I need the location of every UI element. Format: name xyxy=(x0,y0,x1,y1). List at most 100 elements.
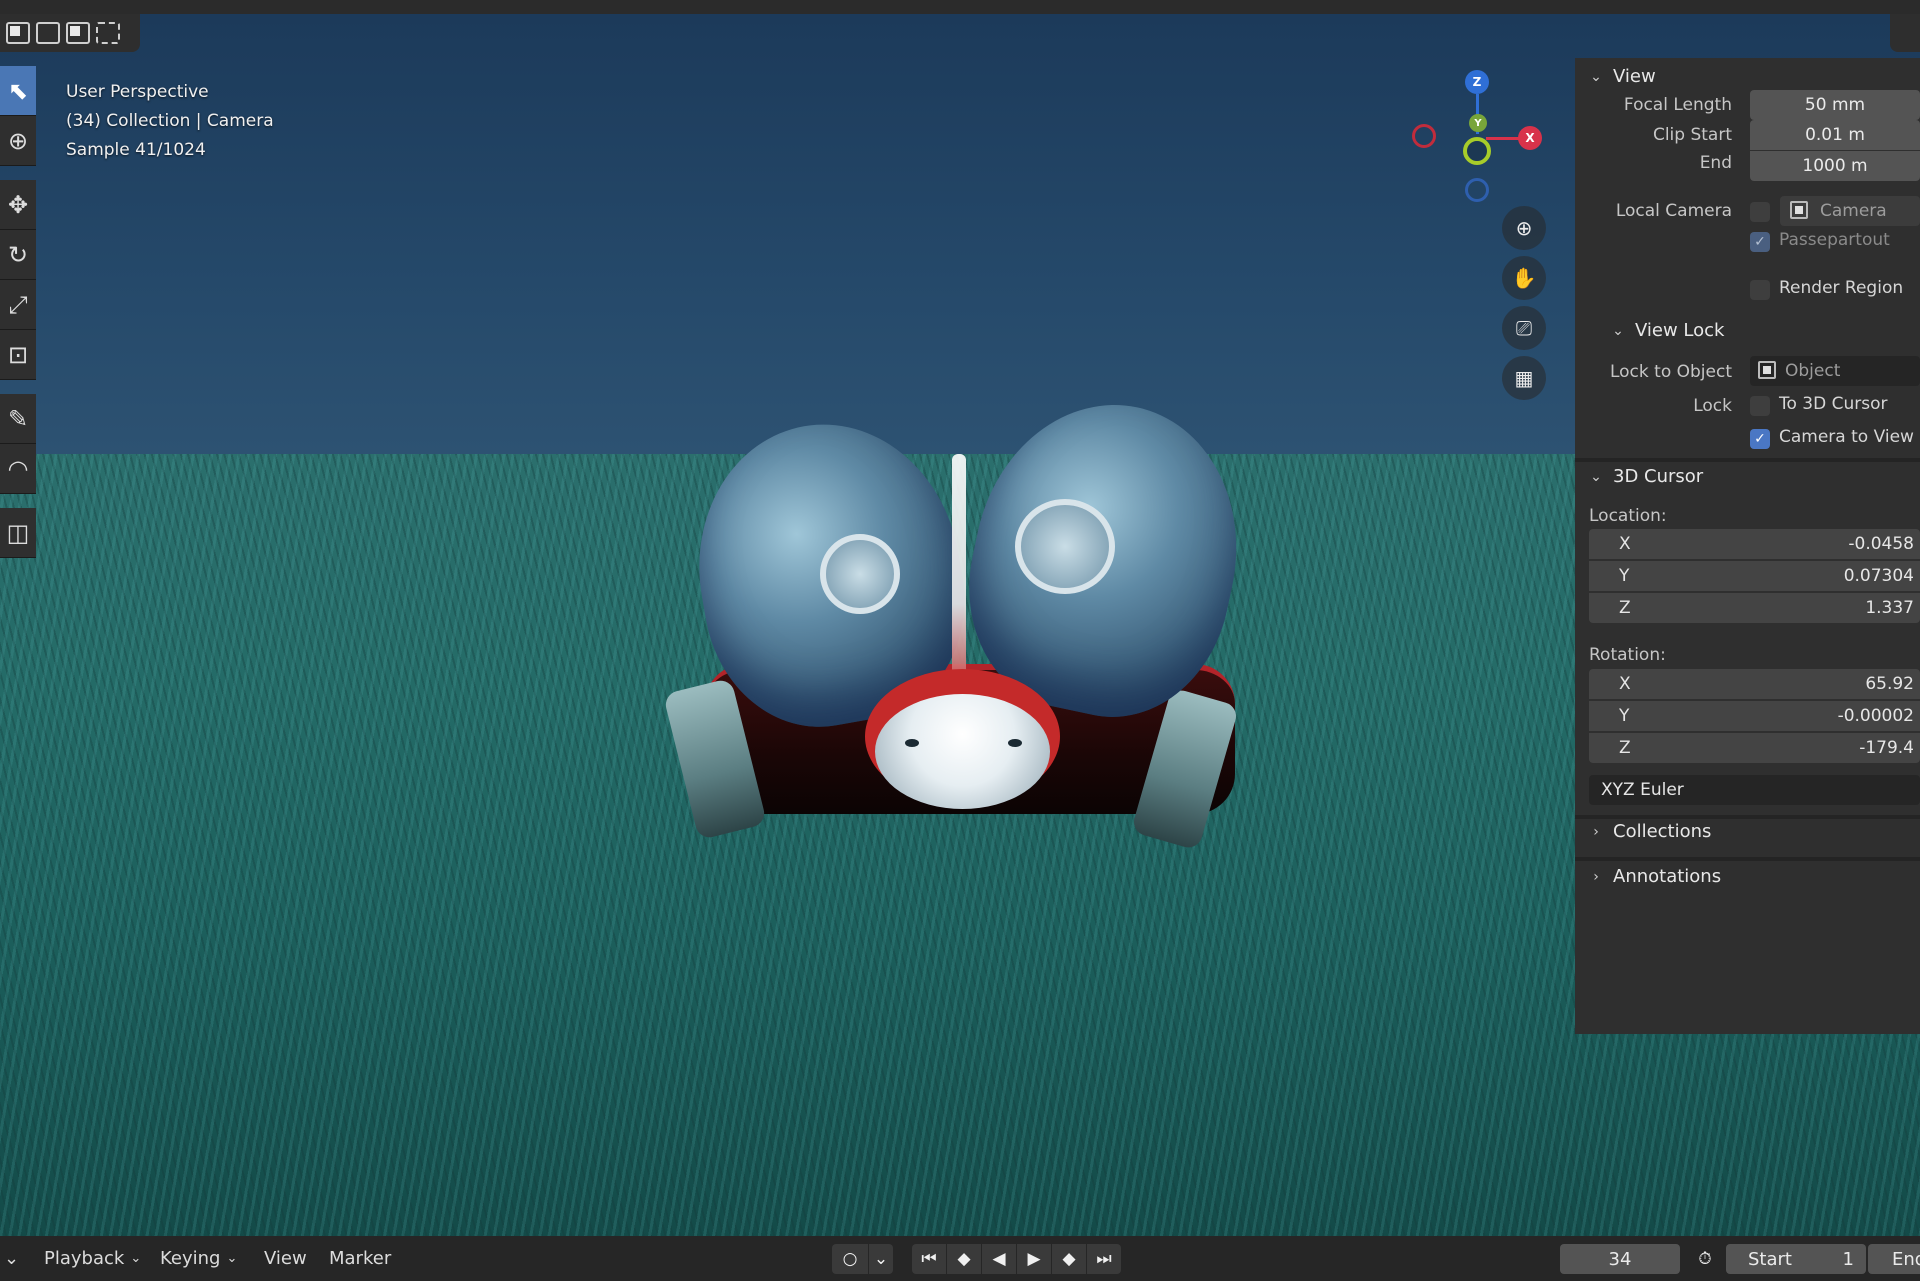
robot-porthole-left xyxy=(820,534,900,614)
cursor-location-y[interactable]: Y 0.07304 xyxy=(1589,561,1920,591)
gizmo-z-icon[interactable]: Z xyxy=(1465,70,1489,94)
select-subtract-icon[interactable] xyxy=(66,22,90,44)
transform-tool-icon[interactable]: ⊡ xyxy=(0,330,36,380)
clip-end-label: End xyxy=(1699,153,1732,173)
cursor-rotation-z[interactable]: Z -179.4 xyxy=(1589,733,1920,763)
annotations-section-header[interactable]: › Annotations xyxy=(1589,866,1721,887)
chevron-down-icon: ⌄ xyxy=(4,1248,20,1269)
editor-type-dropdown[interactable]: ⌄ xyxy=(4,1236,19,1281)
to-3d-cursor-checkbox[interactable] xyxy=(1750,396,1770,416)
auto-keying-icon[interactable]: ○ xyxy=(832,1244,868,1274)
cursor-location-z[interactable]: Z 1.337 xyxy=(1589,593,1920,623)
select-extend-icon[interactable] xyxy=(36,22,60,44)
chevron-down-icon: ⌄ xyxy=(1590,68,1602,85)
object-icon xyxy=(1758,361,1776,379)
viewport-nav-buttons: ⊕ ✋ ⎚ ▦ xyxy=(1502,206,1546,406)
select-new-icon[interactable] xyxy=(6,22,30,44)
robot-porthole-right xyxy=(1015,499,1115,594)
start-frame-field[interactable]: Start 1 xyxy=(1726,1244,1866,1274)
rotate-tool-icon[interactable]: ↻ xyxy=(0,230,36,280)
perspective-grid-icon[interactable]: ▦ xyxy=(1502,356,1546,400)
view-section-header[interactable]: ⌄ View xyxy=(1589,66,1656,87)
current-frame-field[interactable]: 34 xyxy=(1560,1244,1680,1274)
camera-to-view-checkbox[interactable]: ✓ xyxy=(1750,429,1770,449)
gizmo-x-icon[interactable]: X xyxy=(1518,126,1542,150)
play-icon[interactable]: ▶ xyxy=(1017,1244,1051,1274)
cursor-rotation-x[interactable]: X 65.92 xyxy=(1589,669,1920,699)
next-keyframe-icon[interactable]: ◆ xyxy=(1052,1244,1086,1274)
local-camera-checkbox[interactable] xyxy=(1750,202,1770,222)
gizmo-neg-y-icon[interactable] xyxy=(1463,137,1491,165)
chevron-down-icon: ⌄ xyxy=(130,1251,142,1266)
navigation-gizmo[interactable]: Z Y X xyxy=(1400,66,1560,206)
sample-count-text: Sample 41/1024 xyxy=(66,140,206,160)
clip-start-label: Clip Start xyxy=(1652,125,1732,145)
pan-hand-icon[interactable]: ✋ xyxy=(1502,256,1546,300)
zoom-icon[interactable]: ⊕ xyxy=(1502,206,1546,250)
gizmo-y-icon[interactable]: Y xyxy=(1469,114,1487,132)
robot-face xyxy=(875,694,1050,809)
camera-to-view-label: Camera to View xyxy=(1779,427,1914,447)
collection-text: (34) Collection | Camera xyxy=(66,111,274,131)
robot-seam xyxy=(952,454,966,704)
gizmo-neg-z-icon[interactable] xyxy=(1465,178,1489,202)
chevron-down-icon: ⌄ xyxy=(226,1251,238,1266)
render-region-label: Render Region xyxy=(1779,278,1904,298)
lock-label: Lock xyxy=(1693,396,1732,416)
local-camera-label: Local Camera xyxy=(1615,201,1732,221)
playback-menu[interactable]: Playback ⌄ xyxy=(44,1236,141,1281)
top-header-strip xyxy=(0,0,1920,14)
sidebar-view-panel: ⌄ View Focal Length 50 mm Clip Start 0.0… xyxy=(1575,58,1920,1034)
play-reverse-icon[interactable]: ◀ xyxy=(982,1244,1016,1274)
jump-start-icon[interactable]: ⏮ xyxy=(912,1244,946,1274)
cursor-rotation-y[interactable]: Y -0.00002 xyxy=(1589,701,1920,731)
add-cube-tool-icon[interactable]: ◫ xyxy=(0,508,36,558)
camera-object-icon xyxy=(1790,201,1808,219)
move-tool-icon[interactable]: ✥ xyxy=(0,180,36,230)
stopwatch-icon[interactable]: ⏱ xyxy=(1690,1244,1720,1274)
annotate-tool-icon[interactable]: ✎ xyxy=(0,394,36,444)
robot-model[interactable] xyxy=(662,380,1265,894)
blender-window: User Perspective (34) Collection | Camer… xyxy=(0,0,1920,1281)
collections-section-header[interactable]: › Collections xyxy=(1589,821,1711,842)
viewport-info: User Perspective (34) Collection | Camer… xyxy=(66,78,274,165)
local-camera-field[interactable]: Camera xyxy=(1780,196,1920,226)
clip-end-field[interactable]: 1000 m xyxy=(1750,151,1920,181)
marker-menu[interactable]: Marker xyxy=(329,1236,391,1281)
chevron-right-icon: › xyxy=(1593,868,1599,885)
focal-length-label: Focal Length xyxy=(1623,95,1732,115)
measure-tool-icon[interactable]: ◠ xyxy=(0,444,36,494)
keying-options-chevron-icon[interactable]: ⌄ xyxy=(869,1244,893,1274)
lock-to-object-label: Lock to Object xyxy=(1609,362,1732,382)
select-intersect-icon[interactable] xyxy=(96,22,120,44)
rotation-mode-select[interactable]: XYZ Euler xyxy=(1589,775,1920,805)
jump-end-icon[interactable]: ⏭ xyxy=(1087,1244,1121,1274)
select-box-tool-icon[interactable]: ⬉ xyxy=(0,66,36,116)
timeline-header: ⌄ Playback ⌄ Keying ⌄ View Marker ○ ⌄ ⏮ … xyxy=(0,1236,1920,1281)
view-menu[interactable]: View xyxy=(264,1236,307,1281)
keying-menu[interactable]: Keying ⌄ xyxy=(160,1236,237,1281)
cursor-location-x[interactable]: X -0.0458 xyxy=(1589,529,1920,559)
3d-cursor-section-header[interactable]: ⌄ 3D Cursor xyxy=(1589,466,1703,487)
chevron-right-icon: › xyxy=(1593,823,1599,840)
gizmo-neg-x-icon[interactable] xyxy=(1412,124,1436,148)
rotation-label: Rotation: xyxy=(1589,645,1666,665)
robot-eye-right xyxy=(1008,739,1022,747)
view-lock-section-header[interactable]: ⌄ View Lock xyxy=(1611,320,1724,341)
header-corner-button[interactable] xyxy=(1890,14,1920,52)
scale-tool-icon[interactable]: ⤢ xyxy=(0,280,36,330)
view-mode-text: User Perspective xyxy=(66,82,209,102)
chevron-down-icon: ⌄ xyxy=(1612,322,1624,339)
end-frame-field[interactable]: End xyxy=(1868,1244,1920,1274)
camera-view-icon[interactable]: ⎚ xyxy=(1502,306,1546,350)
to-3d-cursor-label: To 3D Cursor xyxy=(1779,394,1888,414)
cursor-tool-icon[interactable]: ⊕ xyxy=(0,116,36,166)
tool-shelf: ⬉ ⊕ ✥ ↻ ⤢ ⊡ ✎ ◠ ◫ xyxy=(0,66,36,558)
passepartout-checkbox[interactable]: ✓ xyxy=(1750,232,1770,252)
focal-length-field[interactable]: 50 mm xyxy=(1750,90,1920,120)
lock-to-object-field[interactable]: Object xyxy=(1750,356,1920,386)
prev-keyframe-icon[interactable]: ◆ xyxy=(947,1244,981,1274)
robot-eye-left xyxy=(905,739,919,747)
clip-start-field[interactable]: 0.01 m xyxy=(1750,120,1920,150)
render-region-checkbox[interactable] xyxy=(1750,280,1770,300)
